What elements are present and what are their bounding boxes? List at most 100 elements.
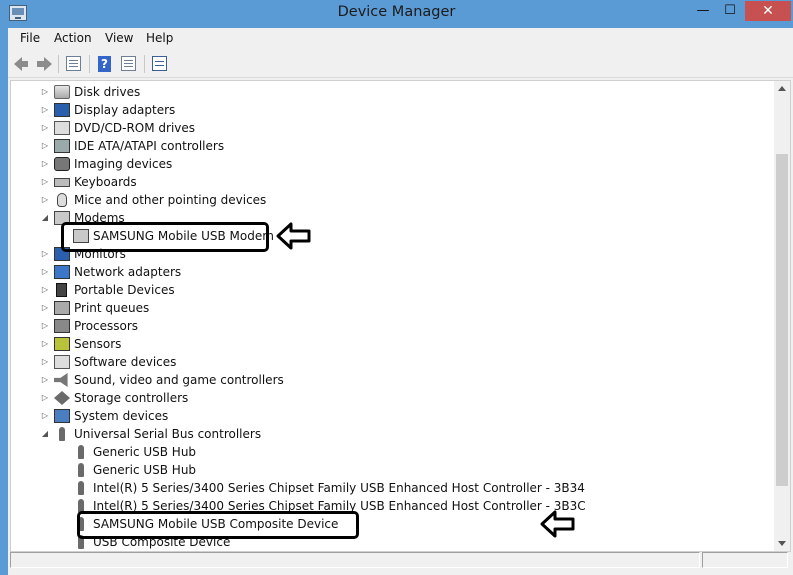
highlight-box-samsung-composite xyxy=(77,511,359,539)
tree-item-label: IDE ATA/ATAPI controllers xyxy=(74,139,225,153)
device-tree-panel: ▷ Disk drives ▷ Display adapters ▷ DVD/C… xyxy=(10,80,791,552)
dvd-drive-icon xyxy=(54,121,70,135)
tree-item-ide-controllers[interactable]: ▷ IDE ATA/ATAPI controllers xyxy=(11,137,771,155)
tree-item-dvd-drives[interactable]: ▷ DVD/CD-ROM drives xyxy=(11,119,771,137)
keyboard-icon xyxy=(54,178,70,187)
tree-item-sound-video[interactable]: ▷ Sound, video and game controllers xyxy=(11,371,771,389)
expand-arrow-icon[interactable]: ▷ xyxy=(41,123,49,133)
tree-item-label: Mice and other pointing devices xyxy=(74,193,267,207)
expand-arrow-icon[interactable]: ▷ xyxy=(41,321,49,331)
toolbar-separator xyxy=(89,55,90,73)
tree-item-disk-drives[interactable]: ▷ Disk drives xyxy=(11,83,771,101)
tree-item-label: Sensors xyxy=(74,337,122,351)
printer-icon xyxy=(54,301,70,315)
processor-icon xyxy=(54,319,70,333)
tree-item-label: Keyboards xyxy=(74,175,137,189)
tree-item-sensors[interactable]: ▷ Sensors xyxy=(11,335,771,353)
help-icon[interactable]: ? xyxy=(96,55,114,73)
tree-item-portable-devices[interactable]: ▷ Portable Devices xyxy=(11,281,771,299)
tree-item-generic-usb-hub[interactable]: Generic USB Hub xyxy=(11,443,771,461)
window-title: Device Manager xyxy=(337,4,456,20)
expand-arrow-icon[interactable]: ▷ xyxy=(41,141,49,151)
tree-item-usb-controllers[interactable]: ◢ Universal Serial Bus controllers xyxy=(11,425,771,443)
properties-view-icon[interactable] xyxy=(65,55,83,73)
tree-item-keyboards[interactable]: ▷ Keyboards xyxy=(11,173,771,191)
expand-arrow-icon[interactable]: ▷ xyxy=(41,411,49,421)
expand-arrow-icon[interactable]: ▷ xyxy=(41,285,49,295)
minimize-button[interactable]: — xyxy=(690,1,716,21)
status-bar-pane xyxy=(10,552,700,568)
scroll-down-icon[interactable] xyxy=(778,541,786,546)
pointer-arrow-icon xyxy=(540,510,575,538)
update-driver-icon[interactable] xyxy=(120,55,138,73)
tree-item-processors[interactable]: ▷ Processors xyxy=(11,317,771,335)
storage-controller-icon xyxy=(54,391,70,405)
status-bar-pane xyxy=(702,552,788,568)
display-adapter-icon xyxy=(54,103,70,117)
scroll-up-icon[interactable] xyxy=(778,86,786,91)
title-bar: Device Manager — ☐ ✕ xyxy=(0,0,793,28)
toolbar: ? xyxy=(8,50,793,78)
expand-arrow-icon[interactable]: ▷ xyxy=(41,375,49,385)
menu-bar: File Action View Help xyxy=(8,28,793,50)
back-icon[interactable] xyxy=(14,55,32,73)
expand-arrow-icon[interactable]: ▷ xyxy=(41,105,49,115)
menu-view[interactable]: View xyxy=(105,31,133,45)
tree-item-label: Universal Serial Bus controllers xyxy=(74,427,262,441)
collapse-arrow-icon[interactable]: ◢ xyxy=(41,213,49,223)
tree-item-label: Display adapters xyxy=(74,103,176,117)
menu-help[interactable]: Help xyxy=(146,31,173,45)
tree-item-label: Processors xyxy=(74,319,139,333)
usb-icon xyxy=(78,481,84,495)
tree-item-label: Intel(R) 5 Series/3400 Series Chipset Fa… xyxy=(93,481,585,495)
expand-arrow-icon[interactable]: ▷ xyxy=(41,159,49,169)
window-client-area: File Action View Help ? ▷ Disk drives ▷ … xyxy=(8,28,793,575)
scrollbar-thumb[interactable] xyxy=(776,154,788,486)
vertical-scrollbar[interactable] xyxy=(774,81,790,551)
portable-device-icon xyxy=(56,283,67,297)
expand-arrow-icon[interactable]: ▷ xyxy=(41,177,49,187)
scan-hardware-icon[interactable] xyxy=(151,55,169,73)
tree-item-system-devices[interactable]: ▷ System devices xyxy=(11,407,771,425)
toolbar-separator xyxy=(144,55,145,73)
expand-arrow-icon[interactable]: ▷ xyxy=(41,195,49,205)
usb-icon xyxy=(59,427,65,441)
tree-item-label: Software devices xyxy=(74,355,177,369)
device-tree[interactable]: ▷ Disk drives ▷ Display adapters ▷ DVD/C… xyxy=(11,81,773,551)
expand-arrow-icon[interactable]: ▷ xyxy=(41,393,49,403)
disk-drive-icon xyxy=(54,85,70,99)
ide-controller-icon xyxy=(54,139,70,153)
menu-file[interactable]: File xyxy=(20,31,40,45)
mouse-icon xyxy=(57,193,67,207)
collapse-arrow-icon[interactable]: ◢ xyxy=(41,429,49,439)
expand-arrow-icon[interactable]: ▷ xyxy=(41,357,49,367)
tree-item-label: Storage controllers xyxy=(74,391,189,405)
tree-item-label: DVD/CD-ROM drives xyxy=(74,121,196,135)
sensor-icon xyxy=(54,337,70,351)
close-button[interactable]: ✕ xyxy=(745,1,791,21)
pointer-arrow-icon xyxy=(276,222,311,250)
tree-item-label: System devices xyxy=(74,409,169,423)
expand-arrow-icon[interactable]: ▷ xyxy=(41,267,49,277)
tree-item-generic-usb-hub[interactable]: Generic USB Hub xyxy=(11,461,771,479)
forward-icon[interactable] xyxy=(34,55,52,73)
tree-item-storage-controllers[interactable]: ▷ Storage controllers xyxy=(11,389,771,407)
tree-item-display-adapters[interactable]: ▷ Display adapters xyxy=(11,101,771,119)
expand-arrow-icon[interactable]: ▷ xyxy=(41,87,49,97)
usb-icon xyxy=(78,463,84,477)
menu-action[interactable]: Action xyxy=(54,31,92,45)
tree-item-intel-usb-3b34[interactable]: Intel(R) 5 Series/3400 Series Chipset Fa… xyxy=(11,479,771,497)
tree-item-label: Network adapters xyxy=(74,265,182,279)
network-adapter-icon xyxy=(54,265,70,279)
expand-arrow-icon[interactable]: ▷ xyxy=(41,303,49,313)
tree-item-label: Print queues xyxy=(74,301,150,315)
expand-arrow-icon[interactable]: ▷ xyxy=(41,249,49,259)
expand-arrow-icon[interactable]: ▷ xyxy=(41,339,49,349)
tree-item-print-queues[interactable]: ▷ Print queues xyxy=(11,299,771,317)
tree-item-network-adapters[interactable]: ▷ Network adapters xyxy=(11,263,771,281)
tree-item-software-devices[interactable]: ▷ Software devices xyxy=(11,353,771,371)
maximize-button[interactable]: ☐ xyxy=(717,1,743,21)
tree-item-mice[interactable]: ▷ Mice and other pointing devices xyxy=(11,191,771,209)
tree-item-imaging-devices[interactable]: ▷ Imaging devices xyxy=(11,155,771,173)
status-bar xyxy=(8,550,793,570)
